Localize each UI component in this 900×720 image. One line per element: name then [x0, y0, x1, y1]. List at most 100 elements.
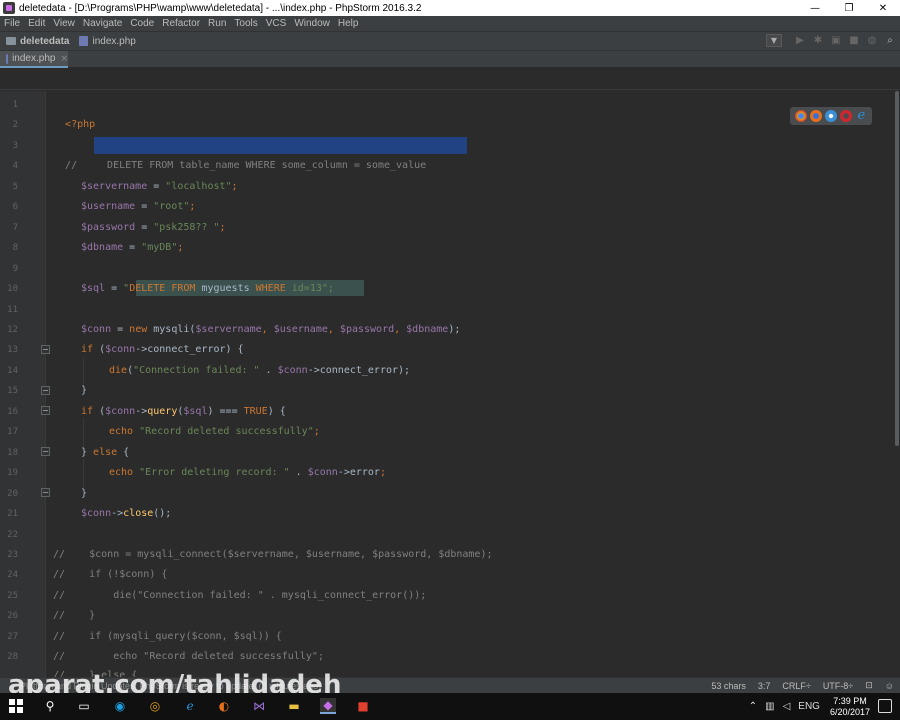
string-literal: "root" [153, 201, 190, 212]
arrow: -> [111, 508, 124, 519]
volume-icon[interactable]: ◁ [783, 701, 791, 712]
line-number: 18 [7, 448, 18, 458]
arg: $servername [195, 324, 262, 335]
var-password: $password [81, 222, 136, 233]
var-username: $username [81, 201, 136, 212]
fold-marker[interactable] [41, 386, 50, 395]
settings-icon[interactable]: ◍ [866, 35, 878, 47]
menu-window[interactable]: Window [294, 18, 330, 29]
chrome-icon[interactable] [794, 110, 807, 122]
string-literal: "Record deleted successfully" [133, 426, 314, 437]
string-literal: "myDB" [141, 242, 178, 253]
line-number: 19 [7, 468, 18, 478]
maximize-button[interactable]: ❐ [832, 0, 866, 16]
line-number: 22 [7, 530, 18, 540]
code-line-3: // [53, 136, 77, 171]
breadcrumb-project[interactable]: deletedata [6, 36, 69, 47]
language-indicator[interactable]: ENG [798, 701, 820, 712]
code-line-6: $username = "root"; [81, 197, 195, 217]
quote-end: "; [321, 283, 334, 294]
arg: $password [339, 324, 395, 335]
caret-position[interactable]: 3:7 [758, 681, 771, 691]
window-title: deletedata - [D:\Programs\PHP\wamp\www\d… [19, 2, 422, 14]
var-dbname: $dbname [81, 242, 124, 253]
fold-marker[interactable] [41, 447, 50, 456]
scrollbar-thumb[interactable] [895, 91, 899, 446]
debug-icon[interactable]: ✱ [812, 35, 824, 47]
comma: , [327, 324, 340, 335]
minimize-button[interactable]: — [798, 0, 832, 16]
menu-refactor[interactable]: Refactor [162, 18, 200, 29]
code-line-27: // if (mysqli_query($conn, $sql)) { [53, 631, 282, 642]
file-explorer-icon[interactable]: ▬ [286, 698, 302, 714]
line-separator[interactable]: CRLF÷ [782, 681, 810, 691]
concat: . [289, 467, 308, 478]
keyword-new: new [129, 324, 148, 335]
php-file-icon [6, 53, 9, 64]
line-number: 16 [7, 407, 18, 417]
network-icon[interactable]: ▥ [765, 701, 774, 712]
operator: = [135, 201, 154, 212]
editor-tab-bar: index.php × [0, 51, 900, 68]
property: ->connect_error [135, 344, 226, 355]
tray-expand-icon[interactable]: ⌃ [749, 701, 757, 712]
menu-file[interactable]: File [4, 18, 20, 29]
paren-end: ) { [267, 406, 286, 417]
string-literal: "Connection failed: " [133, 365, 260, 376]
menu-tools[interactable]: Tools [234, 18, 257, 29]
folder-icon [6, 37, 16, 45]
run-config-dropdown[interactable]: ▼ [766, 34, 782, 47]
menu-edit[interactable]: Edit [28, 18, 45, 29]
tab-index-php[interactable]: index.php × [0, 51, 68, 68]
fold-marker[interactable] [41, 488, 50, 497]
task-view-icon[interactable]: ▭ [76, 698, 92, 714]
navigation-bar: deletedata index.php ▼ ▶ ✱ ▣ ■ ◍ ⌕ [0, 31, 900, 51]
fold-marker[interactable] [41, 345, 50, 354]
menu-code[interactable]: Code [130, 18, 154, 29]
menu-vcs[interactable]: VCS [266, 18, 287, 29]
php-open-tag: <?php [65, 119, 96, 130]
close-button[interactable]: ✕ [866, 0, 900, 16]
action-center-icon[interactable] [878, 699, 892, 713]
edge-taskbar-icon[interactable]: e [182, 698, 198, 714]
fold-marker[interactable] [41, 406, 50, 415]
menu-view[interactable]: View [53, 18, 75, 29]
run-icon[interactable]: ▶ [794, 35, 806, 47]
menu-navigate[interactable]: Navigate [83, 18, 122, 29]
close-tab-icon[interactable]: × [60, 54, 68, 64]
menu-help[interactable]: Help [338, 18, 359, 29]
comma: , [261, 324, 274, 335]
brace: } [81, 488, 88, 499]
search-icon[interactable]: ⚲ [42, 698, 58, 714]
coverage-icon[interactable]: ▣ [830, 35, 842, 47]
safari-icon[interactable] [824, 110, 837, 122]
firefox-icon[interactable] [809, 110, 822, 122]
phpstorm-taskbar-icon[interactable]: ◆ [320, 698, 336, 714]
firefox-taskbar-icon[interactable]: ◐ [216, 698, 232, 714]
keyword-echo: echo [109, 426, 134, 437]
internet-explorer-icon[interactable]: e [855, 109, 867, 122]
store-app-icon[interactable]: ◉ [112, 698, 128, 714]
file-encoding[interactable]: UTF-8÷ [823, 681, 853, 691]
stop-icon[interactable]: ■ [848, 35, 860, 47]
breadcrumb-file[interactable]: index.php [79, 36, 136, 47]
search-icon[interactable]: ⌕ [884, 35, 896, 47]
camtasia-icon[interactable]: ■ [355, 698, 371, 714]
event-log-icon[interactable]: ☺ [885, 681, 894, 691]
code-line-17: echo "Record deleted successfully"; [109, 422, 320, 442]
var-servername: $servername [81, 181, 148, 192]
windows-start-icon[interactable] [8, 698, 24, 714]
line-number: 10 [7, 284, 18, 294]
opera-icon[interactable] [840, 110, 853, 122]
menu-run[interactable]: Run [208, 18, 226, 29]
code-line-28: // echo "Record deleted successfully"; [53, 651, 324, 662]
visual-studio-icon[interactable]: ⋈ [251, 698, 267, 714]
clock-time: 7:39 PM [833, 695, 867, 706]
chrome-taskbar-icon[interactable]: ◎ [147, 698, 163, 714]
var-conn: $conn [81, 324, 112, 335]
clock[interactable]: 7:39 PM 6/20/2017 [830, 696, 870, 718]
line-number: 4 [12, 161, 18, 171]
line-number: 11 [7, 305, 18, 315]
line-number: 7 [12, 223, 18, 233]
lock-icon[interactable]: ⊡ [865, 680, 873, 691]
